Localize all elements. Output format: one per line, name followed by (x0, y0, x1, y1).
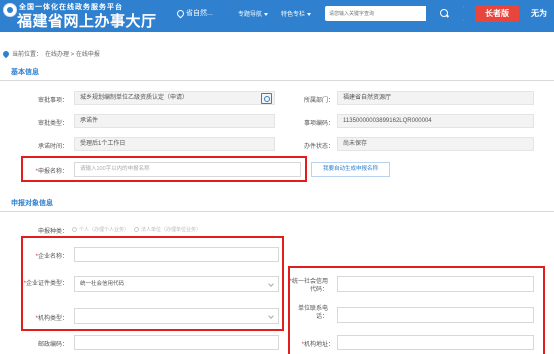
region-label: 省自然... (186, 10, 213, 17)
accessibility-link[interactable]: 无为 (531, 8, 547, 19)
highlight-box-applicant-left (21, 236, 284, 331)
item-code-value: 11350000003899162LQR000004 (337, 114, 534, 128)
highlight-box-report-name (21, 156, 307, 182)
section-title-basic: 基本信息 (11, 69, 39, 76)
apply-type-label: 申报种类： (37, 229, 68, 235)
postal-code-input[interactable] (74, 335, 279, 350)
approval-type-label: 审批类型： (37, 121, 68, 127)
location-pin-icon (175, 8, 186, 18)
breadcrumb: 当前位置： 在线办理 > 在线申报 (1, 49, 100, 58)
radio-legal-label: 法人单位（办理单位业务） (141, 227, 202, 233)
breadcrumb-label: 当前位置： (12, 52, 43, 58)
approval-type-value: 承诺件 (74, 114, 275, 128)
nav-special[interactable]: 特色专栏 (281, 9, 312, 18)
elder-mode-button[interactable]: 长者版 (475, 5, 519, 22)
promise-time-label: 承诺时间： (37, 144, 68, 150)
breadcrumb-path[interactable]: 在线办理 > 在线申报 (45, 49, 100, 58)
auto-generate-name-button[interactable]: 我要自动生成申报名称 (311, 162, 390, 177)
caret-down-icon (264, 12, 269, 16)
approval-item-value: 城乡规划编制单位乙级资质认定（申请） (74, 91, 275, 105)
approval-item-label: 审批事项： (37, 98, 68, 104)
highlight-box-applicant-right (288, 266, 545, 354)
promise-time-value: 受理后1个工作日 (74, 137, 275, 151)
divider (0, 80, 554, 81)
search-button[interactable] (426, 6, 464, 21)
section-title-applicant: 申报对象信息 (11, 200, 53, 207)
scan-icon[interactable] (261, 93, 272, 104)
department-value: 福建省自然资源厅 (337, 91, 534, 105)
region-selector[interactable]: 省自然... (175, 8, 213, 18)
search-bar (325, 6, 464, 21)
emblem-logo (3, 3, 17, 17)
status-label: 办件状态： (303, 144, 334, 150)
nav-topic[interactable]: 专题导航 (238, 9, 269, 18)
apply-type-radio-group: 个人（办理个人业务） 法人单位（办理单位业务） (72, 226, 201, 233)
location-icon (1, 49, 11, 58)
caret-down-icon (307, 12, 312, 16)
site-title[interactable]: 福建省网上办事大厅 (17, 10, 157, 31)
radio-personal[interactable] (72, 227, 77, 232)
top-header: 全国一体化在线政务服务平台 福建省网上办事大厅 省自然... 专题导航 特色专栏… (0, 0, 554, 32)
radio-legal[interactable] (134, 227, 140, 232)
item-code-label: 事项编码： (303, 121, 334, 127)
radio-personal-label: 个人（办理个人业务） (79, 227, 130, 233)
postal-code-label: 邮政编码： (37, 342, 68, 348)
status-value: 尚未保存 (337, 137, 534, 151)
department-label: 所属部门： (303, 98, 334, 104)
divider (0, 211, 554, 212)
search-input[interactable] (329, 8, 429, 19)
